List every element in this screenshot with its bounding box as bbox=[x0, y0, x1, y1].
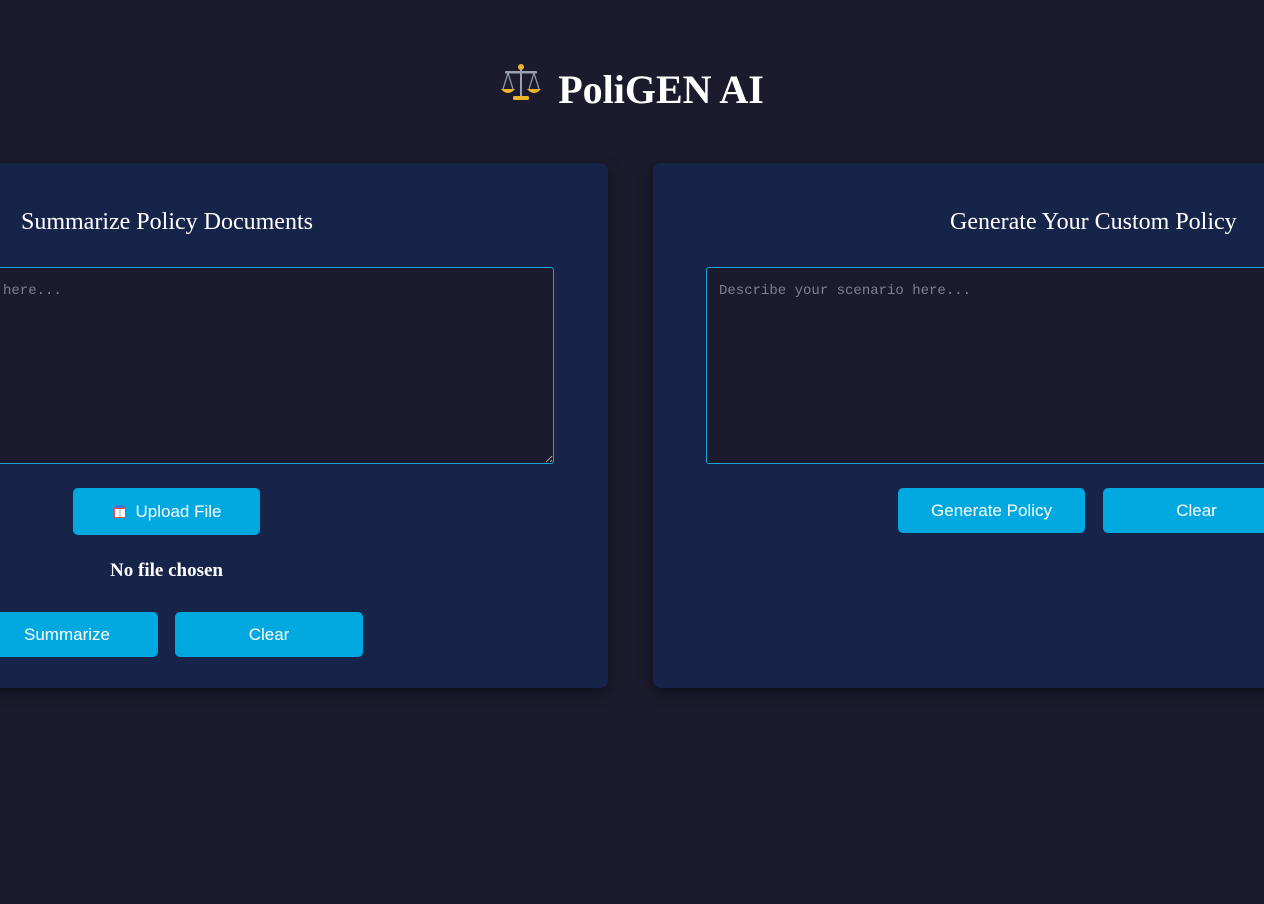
summarize-panel: Summarize Policy Documents Upload File N… bbox=[0, 163, 608, 688]
generate-policy-button[interactable]: Generate Policy bbox=[898, 488, 1085, 533]
clear-policy-button[interactable]: Clear bbox=[1103, 488, 1264, 533]
book-icon bbox=[112, 504, 128, 520]
summarize-textarea[interactable] bbox=[0, 267, 554, 464]
generate-heading: Generate Your Custom Policy bbox=[950, 209, 1237, 235]
generate-panel: Generate Your Custom Policy Generate Pol… bbox=[653, 163, 1264, 688]
summarize-heading: Summarize Policy Documents bbox=[21, 209, 313, 235]
scenario-textarea[interactable] bbox=[706, 267, 1264, 464]
app-title: PoliGEN AI bbox=[0, 64, 1264, 121]
scales-icon bbox=[500, 62, 542, 117]
summarize-button[interactable]: Summarize bbox=[0, 612, 158, 657]
upload-file-button[interactable]: Upload File bbox=[73, 488, 260, 535]
upload-file-label: Upload File bbox=[135, 501, 222, 521]
file-status: No file chosen bbox=[110, 560, 223, 581]
app-title-text: PoliGEN AI bbox=[558, 67, 764, 112]
clear-summary-button[interactable]: Clear bbox=[175, 612, 363, 657]
